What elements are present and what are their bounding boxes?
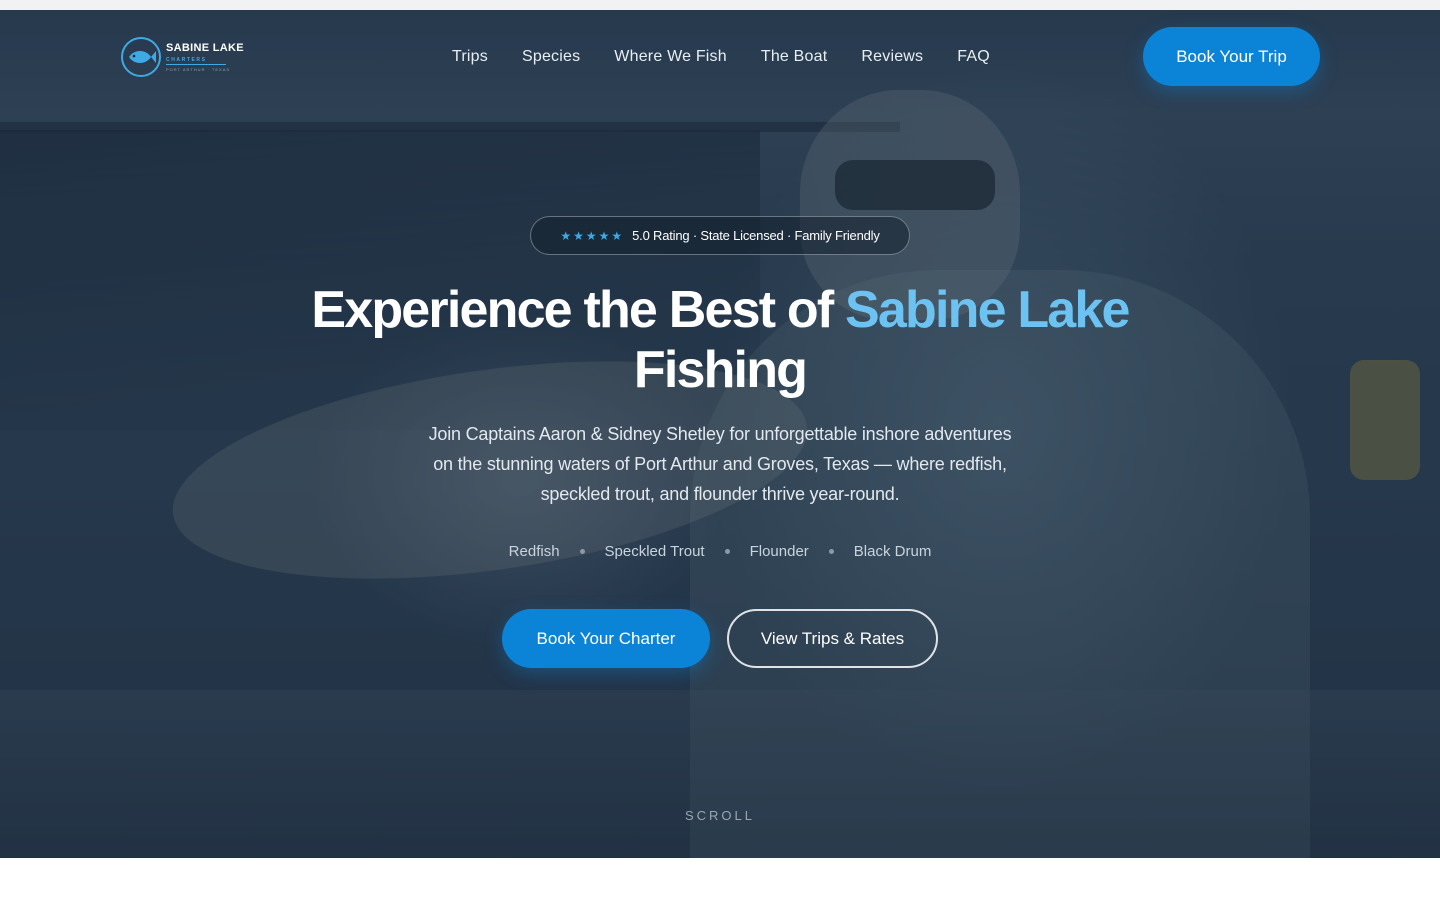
nav-species[interactable]: Species bbox=[522, 48, 580, 66]
book-your-trip-button[interactable]: Book Your Trip bbox=[1143, 27, 1320, 86]
species-item-black-drum: Black Drum bbox=[853, 543, 932, 560]
brand-logo[interactable]: SABINE LAKE CHARTERS PORT ARTHUR · TEXAS bbox=[121, 36, 251, 78]
fish-logo-icon bbox=[121, 37, 161, 77]
species-item-redfish: Redfish bbox=[508, 543, 560, 560]
brand-subtitle: CHARTERS bbox=[166, 57, 226, 65]
species-item-speckled-trout: Speckled Trout bbox=[604, 543, 705, 560]
species-item-flounder: Flounder bbox=[749, 543, 809, 560]
book-your-charter-button[interactable]: Book Your Charter bbox=[502, 609, 710, 668]
next-section-start bbox=[0, 858, 1440, 900]
separator-dot bbox=[828, 549, 834, 554]
star-rating-icon: ★★★★★ bbox=[560, 228, 625, 243]
hero-subtext: Join Captains Aaron & Sidney Shetley for… bbox=[428, 424, 1012, 504]
headline-part1: Experience the Best of bbox=[311, 281, 845, 339]
nav-trips[interactable]: Trips bbox=[452, 48, 488, 66]
nav-reviews[interactable]: Reviews bbox=[861, 48, 923, 66]
brand-title: SABINE LAKE bbox=[166, 42, 244, 54]
headline-accent: Sabine Lake bbox=[845, 281, 1130, 339]
scroll-indicator[interactable]: SCROLL bbox=[670, 808, 770, 823]
main-nav: Trips Species Where We Fish The Boat Rev… bbox=[452, 46, 990, 68]
nav-where-we-fish[interactable]: Where We Fish bbox=[614, 48, 727, 66]
nav-the-boat[interactable]: The Boat bbox=[761, 48, 828, 66]
separator-dot bbox=[724, 549, 730, 554]
brand-text: SABINE LAKE CHARTERS PORT ARTHUR · TEXAS bbox=[166, 42, 244, 72]
brand-location: PORT ARTHUR · TEXAS bbox=[166, 67, 231, 72]
headline-part2: Fishing bbox=[633, 341, 808, 399]
rating-badge: ★★★★★ 5.0 Rating · State Licensed · Fami… bbox=[530, 216, 910, 255]
species-list: Redfish Speckled Trout Flounder Black Dr… bbox=[470, 543, 970, 560]
view-trips-rates-button[interactable]: View Trips & Rates bbox=[727, 609, 938, 668]
rating-badge-text: 5.0 Rating · State Licensed · Family Fri… bbox=[632, 228, 880, 243]
top-strip bbox=[0, 0, 1440, 10]
separator-dot bbox=[579, 549, 585, 554]
hero-headline: Experience the Best of Sabine Lake Fishi… bbox=[300, 280, 1140, 400]
nav-faq[interactable]: FAQ bbox=[957, 48, 990, 66]
